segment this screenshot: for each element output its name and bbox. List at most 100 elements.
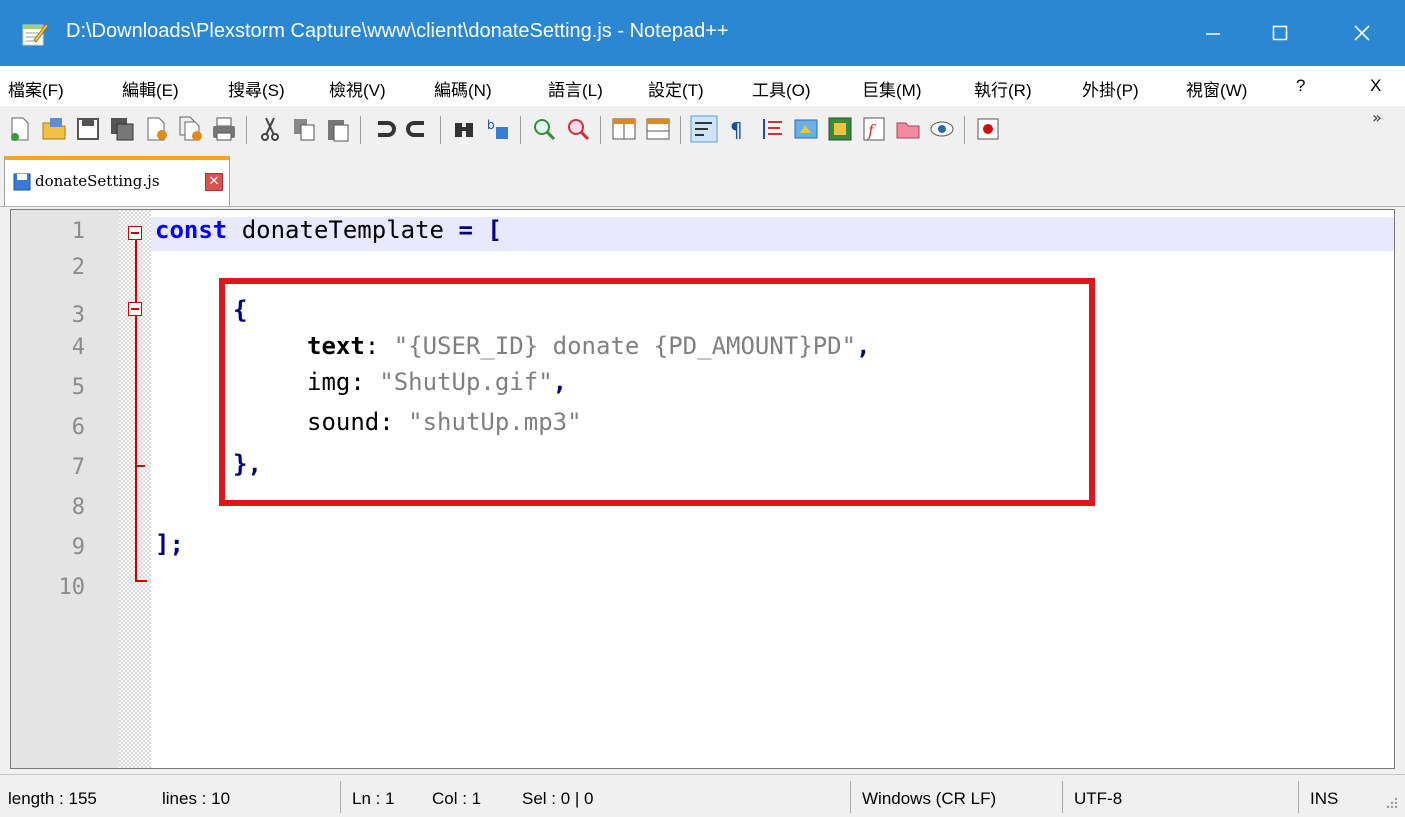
menu-search[interactable]: 搜尋(S) bbox=[228, 76, 285, 101]
maximize-button[interactable] bbox=[1245, 0, 1315, 66]
close-button[interactable] bbox=[1318, 0, 1405, 66]
status-lines: lines : 10 bbox=[162, 789, 231, 808]
menu-macro[interactable]: 巨集(M) bbox=[862, 76, 921, 101]
menu-language[interactable]: 語言(L) bbox=[548, 76, 603, 101]
status-bar: length : 155 lines : 10 Ln : 1 Col : 1 S… bbox=[0, 774, 1405, 817]
close-file-icon[interactable] bbox=[142, 115, 170, 143]
zoom-out-icon[interactable] bbox=[564, 115, 592, 143]
maximize-icon bbox=[1272, 25, 1288, 41]
toolbar-separator bbox=[680, 116, 681, 144]
status-encoding[interactable]: UTF-8 bbox=[1074, 789, 1122, 809]
identifier: donateTemplate bbox=[227, 216, 459, 244]
cut-icon[interactable] bbox=[256, 115, 284, 143]
tab-strip: donateSetting.js ✕ bbox=[0, 154, 1405, 207]
window-title: D:\Downloads\Plexstorm Capture\www\clien… bbox=[66, 20, 729, 42]
word-wrap-icon[interactable] bbox=[690, 115, 718, 143]
toolbar-separator bbox=[440, 116, 441, 144]
fold-end-marker bbox=[135, 580, 147, 582]
status-separator bbox=[1062, 781, 1063, 813]
status-line: Ln : 1 bbox=[352, 789, 395, 808]
record-macro-icon[interactable] bbox=[974, 115, 1002, 143]
menu-file[interactable]: 檔案(F) bbox=[8, 76, 64, 101]
user-defined-language-icon[interactable] bbox=[792, 115, 820, 143]
toolbar-separator bbox=[600, 116, 601, 144]
sync-horizontal-icon[interactable] bbox=[644, 115, 672, 143]
status-separator bbox=[850, 781, 851, 813]
toolbar: b ¶ f » bbox=[0, 106, 1405, 154]
line-number: 10 bbox=[58, 575, 86, 600]
copy-icon[interactable] bbox=[290, 115, 318, 143]
menu-window[interactable]: 視窗(W) bbox=[1186, 76, 1247, 101]
line-number: 1 bbox=[71, 219, 85, 244]
open-file-icon[interactable] bbox=[40, 115, 68, 143]
bracket: [ bbox=[472, 216, 502, 244]
fold-collapse-icon[interactable] bbox=[128, 226, 142, 240]
svg-text:b: b bbox=[487, 118, 495, 132]
save-icon[interactable] bbox=[74, 115, 102, 143]
menu-help[interactable]: ? bbox=[1296, 76, 1305, 96]
annotation-highlight-box bbox=[219, 278, 1095, 506]
status-separator bbox=[1298, 781, 1299, 813]
line-number: 4 bbox=[71, 335, 85, 360]
line-number: 3 bbox=[71, 303, 85, 328]
minimize-button[interactable] bbox=[1178, 0, 1248, 66]
new-file-icon[interactable] bbox=[6, 115, 34, 143]
toolbar-separator bbox=[964, 116, 965, 144]
code-line-9: ]; bbox=[155, 530, 184, 558]
resize-grip-icon[interactable] bbox=[1380, 795, 1400, 813]
status-eol[interactable]: Windows (CR LF) bbox=[862, 789, 996, 809]
editor-area[interactable]: 1 2 3 4 5 6 7 8 9 10 const donateTemplat… bbox=[10, 209, 1395, 769]
tab-close-icon[interactable]: ✕ bbox=[205, 173, 223, 191]
menu-tools[interactable]: 工具(O) bbox=[752, 76, 811, 101]
undo-icon[interactable] bbox=[370, 115, 398, 143]
tab-donatesetting-js[interactable]: donateSetting.js ✕ bbox=[4, 156, 230, 206]
menu-edit[interactable]: 編輯(E) bbox=[122, 76, 179, 101]
bracket: ]; bbox=[155, 530, 184, 558]
monitoring-icon[interactable] bbox=[928, 115, 956, 143]
menu-settings[interactable]: 設定(T) bbox=[648, 76, 704, 101]
minimize-icon bbox=[1206, 33, 1220, 35]
paste-icon[interactable] bbox=[324, 115, 352, 143]
menu-close-document[interactable]: X bbox=[1370, 76, 1381, 96]
fold-collapse-icon[interactable] bbox=[128, 302, 142, 316]
saved-file-icon bbox=[13, 173, 31, 191]
close-all-icon[interactable] bbox=[176, 115, 204, 143]
notepad-app-icon[interactable] bbox=[22, 22, 48, 46]
find-icon[interactable] bbox=[450, 115, 478, 143]
code-line-1: const donateTemplate = [ bbox=[155, 216, 502, 244]
print-icon[interactable] bbox=[210, 115, 238, 143]
fold-guide-line bbox=[135, 240, 137, 580]
zoom-in-icon[interactable] bbox=[530, 115, 558, 143]
toolbar-overflow-chevron[interactable]: » bbox=[1372, 108, 1382, 127]
menu-encoding[interactable]: 編碼(N) bbox=[434, 76, 492, 101]
keyword: const bbox=[155, 216, 228, 244]
status-length: length : 155 bbox=[8, 789, 97, 808]
line-number: 7 bbox=[71, 455, 85, 480]
tab-label: donateSetting.js bbox=[35, 172, 160, 190]
line-number: 5 bbox=[71, 375, 85, 400]
sync-vertical-icon[interactable] bbox=[610, 115, 638, 143]
line-number: 2 bbox=[71, 255, 85, 280]
line-number: 9 bbox=[71, 535, 85, 560]
toolbar-separator bbox=[520, 116, 521, 144]
replace-icon[interactable]: b bbox=[484, 115, 512, 143]
menu-plugins[interactable]: 外掛(P) bbox=[1082, 76, 1139, 101]
menu-view[interactable]: 檢視(V) bbox=[329, 76, 386, 101]
indent-guide-icon[interactable] bbox=[758, 115, 786, 143]
status-selection: Sel : 0 | 0 bbox=[522, 789, 594, 808]
function-list-icon[interactable]: f bbox=[860, 115, 888, 143]
folder-as-workspace-icon[interactable] bbox=[894, 115, 922, 143]
show-all-characters-icon[interactable]: ¶ bbox=[724, 115, 752, 143]
title-bar: D:\Downloads\Plexstorm Capture\www\clien… bbox=[0, 0, 1405, 66]
save-all-icon[interactable] bbox=[108, 115, 136, 143]
line-number: 8 bbox=[71, 495, 85, 520]
status-separator bbox=[340, 781, 341, 813]
close-icon bbox=[1353, 25, 1370, 41]
redo-icon[interactable] bbox=[404, 115, 432, 143]
document-map-icon[interactable] bbox=[826, 115, 854, 143]
operator: = bbox=[458, 216, 473, 244]
status-column: Col : 1 bbox=[432, 789, 482, 808]
status-insert-mode[interactable]: INS bbox=[1310, 789, 1338, 809]
menu-bar: 檔案(F) 編輯(E) 搜尋(S) 檢視(V) 編碼(N) 語言(L) 設定(T… bbox=[0, 66, 1405, 106]
menu-run[interactable]: 執行(R) bbox=[974, 76, 1032, 101]
